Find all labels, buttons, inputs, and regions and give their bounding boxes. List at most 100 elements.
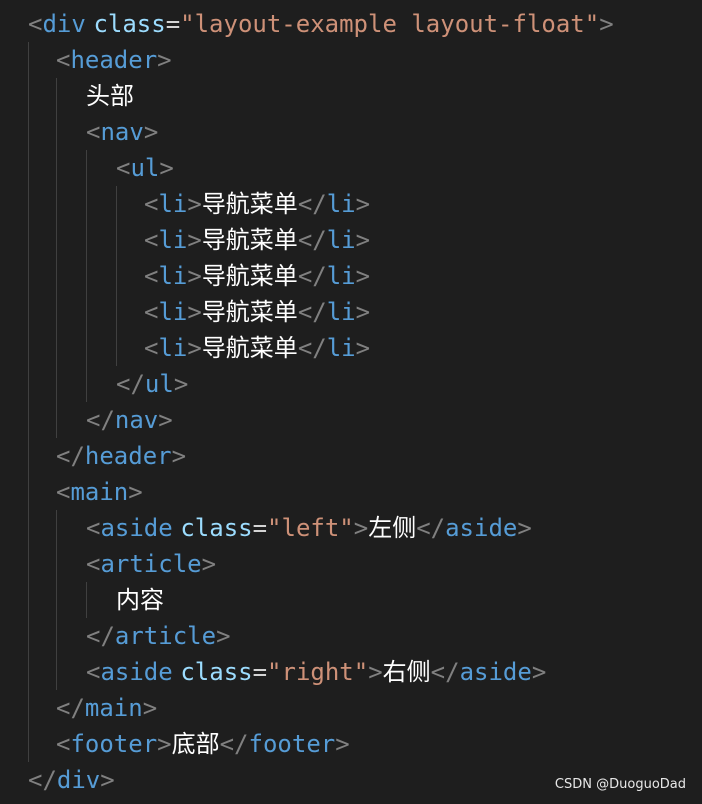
code-token-tag: header (84, 442, 172, 470)
indent-guide (56, 546, 57, 582)
code-line[interactable]: <aside class="left">左侧</aside> (0, 510, 702, 546)
code-line-content: <aside class="right">右侧</aside> (86, 654, 546, 690)
code-line[interactable]: <article> (0, 546, 702, 582)
code-token-text: 内容 (116, 586, 164, 614)
indent-guide (86, 294, 87, 330)
code-line[interactable]: <main> (0, 474, 702, 510)
code-line[interactable]: </article> (0, 618, 702, 654)
code-line[interactable]: <aside class="right">右侧</aside> (0, 654, 702, 690)
code-line[interactable]: <div class="layout-example layout-float"… (0, 6, 702, 42)
indent-guide (86, 330, 87, 366)
indent-guide (56, 654, 57, 690)
indent-guide (28, 222, 29, 258)
code-token-punc: < (144, 226, 159, 254)
indent-guide (56, 222, 57, 258)
code-token-punc: > (355, 262, 371, 290)
indent-guide (28, 618, 29, 654)
code-line-content: <li>导航菜单</li> (144, 222, 370, 258)
code-token-punc: > (335, 730, 350, 758)
code-token-punc: < (144, 262, 159, 290)
code-token-punc: < (56, 46, 71, 74)
code-token-punc: < (86, 118, 101, 146)
code-token-attr: class (180, 514, 253, 542)
code-token-tag: aside (100, 658, 173, 686)
indent-guide (28, 654, 29, 690)
code-line[interactable]: </header> (0, 438, 702, 474)
code-token-punc: < (86, 550, 101, 578)
code-token-tag: li (326, 334, 356, 362)
code-token-tag: li (326, 298, 356, 326)
code-token-text: 导航菜单 (201, 334, 298, 362)
code-line[interactable]: <ul> (0, 150, 702, 186)
code-token-punc: </ (56, 442, 85, 470)
code-token-text: 右侧 (382, 658, 431, 686)
code-token-attr: class (180, 658, 253, 686)
code-line[interactable]: <footer>底部</footer> (0, 726, 702, 762)
code-token-punc: </ (297, 298, 327, 326)
code-token-punc: </ (430, 658, 460, 686)
code-token-punc: > (368, 658, 383, 686)
code-token-str: "right" (267, 658, 369, 686)
indent-guide (56, 330, 57, 366)
code-line[interactable]: </nav> (0, 402, 702, 438)
indent-guide (28, 726, 29, 762)
code-line[interactable]: 头部 (0, 78, 702, 114)
code-line[interactable]: <li>导航菜单</li> (0, 330, 702, 366)
indent-guide (86, 150, 87, 186)
code-line[interactable]: <li>导航菜单</li> (0, 294, 702, 330)
code-token-tag: ul (144, 370, 174, 398)
code-line-content: <ul> (116, 150, 174, 186)
code-token-tag: div (56, 766, 101, 794)
code-token-punc: > (216, 622, 231, 650)
code-line[interactable]: <li>导航菜单</li> (0, 258, 702, 294)
indent-guide (86, 258, 87, 294)
code-line[interactable]: <li>导航菜单</li> (0, 186, 702, 222)
code-token-text: 导航菜单 (201, 262, 298, 290)
code-token-tag: header (70, 46, 158, 74)
code-area[interactable]: <div class="layout-example layout-float"… (0, 6, 702, 798)
code-line-content: <article> (86, 546, 216, 582)
code-token-punc: > (353, 514, 369, 542)
code-line[interactable]: </main> (0, 690, 702, 726)
code-line[interactable]: <header> (0, 42, 702, 78)
code-token-text: 导航菜单 (201, 190, 298, 218)
code-line[interactable]: </ul> (0, 366, 702, 402)
indent-guide (56, 294, 57, 330)
code-line-content: <footer>底部</footer> (56, 726, 350, 762)
code-line[interactable]: <li>导航菜单</li> (0, 222, 702, 258)
code-token-punc: > (517, 514, 532, 542)
code-token-punc: > (100, 766, 115, 794)
indent-guide (116, 258, 117, 294)
code-token-tag: li (326, 190, 356, 218)
indent-guide (56, 78, 57, 114)
code-token-punc: </ (28, 766, 57, 794)
code-token-tag: aside (445, 514, 518, 542)
code-token-punc: < (86, 658, 101, 686)
code-line[interactable]: <nav> (0, 114, 702, 150)
code-token-text: 底部 (171, 730, 220, 758)
code-line-content: <li>导航菜单</li> (144, 258, 370, 294)
code-token-tag: article (100, 550, 202, 578)
code-token-tag: li (158, 190, 188, 218)
indent-guide (28, 510, 29, 546)
code-token-punc: > (159, 154, 174, 182)
code-token-punc: < (144, 190, 159, 218)
code-token-eq: = (252, 514, 268, 542)
code-token-punc: > (171, 442, 187, 470)
code-editor[interactable]: <div class="layout-example layout-float"… (0, 0, 702, 804)
code-line-content: <nav> (86, 114, 158, 150)
indent-guide (56, 150, 57, 186)
code-token-punc: > (142, 694, 158, 722)
code-token-eq: = (165, 10, 181, 38)
indent-guide (28, 402, 29, 438)
indent-guide (56, 366, 57, 402)
code-line-content: <li>导航菜单</li> (144, 294, 370, 330)
code-line[interactable]: 内容 (0, 582, 702, 618)
code-line-content: 内容 (116, 582, 164, 618)
indent-guide (28, 582, 29, 618)
code-token-punc: > (187, 262, 202, 290)
code-token-punc: > (187, 334, 202, 362)
code-line-content: </main> (56, 690, 157, 726)
code-token-punc: </ (297, 190, 327, 218)
code-token-punc: > (187, 226, 202, 254)
